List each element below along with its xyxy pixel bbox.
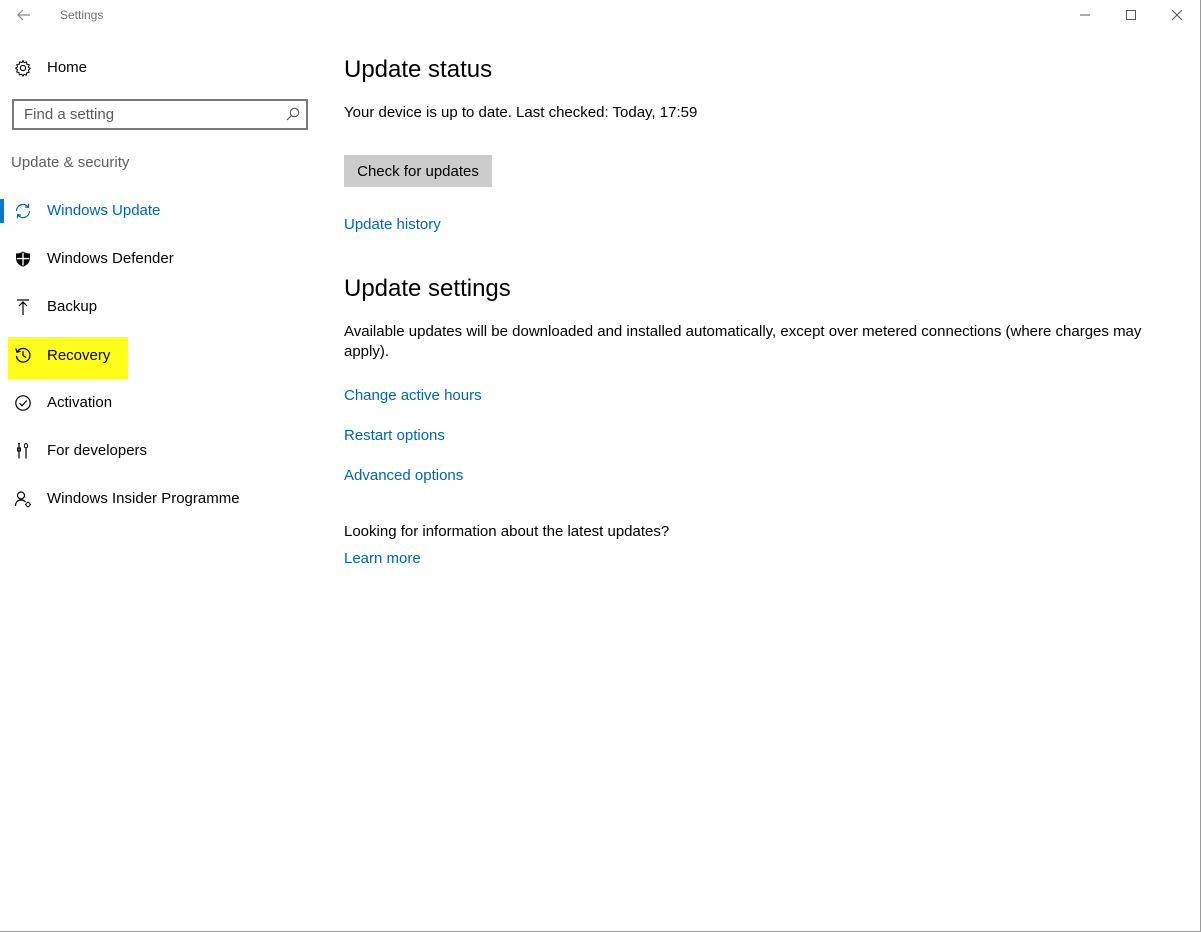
update-settings-heading: Update settings: [344, 275, 511, 302]
update-status-text: Your device is up to date. Last checked:…: [344, 104, 698, 121]
sidebar-item-recovery[interactable]: Recovery: [0, 337, 320, 379]
sidebar-item-home[interactable]: Home: [0, 52, 320, 84]
sidebar-item-label: Backup: [47, 298, 98, 315]
home-label: Home: [47, 59, 88, 76]
sidebar-item-windows-insider[interactable]: Windows Insider Programme: [0, 479, 320, 519]
update-status-heading: Update status: [344, 56, 493, 83]
update-settings-text: Available updates will be downloaded and…: [344, 323, 1142, 360]
sync-icon: [15, 203, 31, 219]
sidebar-item-windows-update[interactable]: Windows Update: [0, 191, 320, 231]
shield-icon: [16, 251, 30, 267]
change-active-hours-link[interactable]: Change active hours: [344, 387, 482, 404]
maximize-button[interactable]: [1108, 0, 1154, 30]
backup-arrow-up-icon: [17, 299, 29, 315]
sidebar-item-label: Windows Update: [47, 202, 161, 219]
sidebar-item-label: Windows Defender: [47, 250, 174, 267]
active-indicator: [0, 199, 4, 223]
search-input[interactable]: [14, 101, 278, 128]
window-title: Settings: [60, 8, 104, 22]
sidebar: Home Update & security Windows Update: [0, 30, 320, 930]
sidebar-item-activation[interactable]: Activation: [0, 383, 320, 423]
back-button[interactable]: [8, 0, 40, 30]
search-icon[interactable]: [286, 107, 300, 121]
title-bar: Settings: [0, 0, 1200, 30]
advanced-options-link[interactable]: Advanced options: [344, 467, 463, 484]
insider-person-icon: [14, 491, 31, 508]
main-content: Update status Your device is up to date.…: [344, 30, 1184, 930]
checkmark-circle-icon: [15, 395, 31, 411]
info-text: Looking for information about the latest…: [344, 523, 670, 540]
restart-options-link[interactable]: Restart options: [344, 427, 445, 444]
settings-window: Settings Home Find a setting Update & se…: [0, 0, 1201, 932]
sidebar-item-label: Activation: [47, 394, 113, 411]
check-for-updates-button[interactable]: Check for updates: [344, 155, 492, 187]
learn-more-link[interactable]: Learn more: [344, 550, 421, 567]
minimize-button[interactable]: [1062, 0, 1108, 30]
sidebar-item-label: Windows Insider Programme: [47, 490, 240, 507]
search-box: [12, 99, 308, 130]
sidebar-item-backup[interactable]: Backup: [0, 287, 320, 327]
minimize-icon: [1080, 14, 1090, 16]
close-icon: [1172, 10, 1182, 20]
developer-tools-icon: [17, 442, 29, 459]
back-arrow-icon: [17, 9, 30, 21]
section-label: Update & security: [11, 154, 130, 171]
maximize-icon: [1126, 10, 1136, 20]
sidebar-item-for-developers[interactable]: For developers: [0, 431, 320, 471]
sidebar-item-label: Recovery: [47, 347, 111, 364]
history-clock-icon: [15, 347, 31, 363]
close-button[interactable]: [1154, 0, 1200, 30]
sidebar-item-windows-defender[interactable]: Windows Defender: [0, 239, 320, 279]
sidebar-item-label: For developers: [47, 442, 148, 459]
gear-icon: [15, 60, 31, 77]
update-history-link[interactable]: Update history: [344, 216, 441, 233]
